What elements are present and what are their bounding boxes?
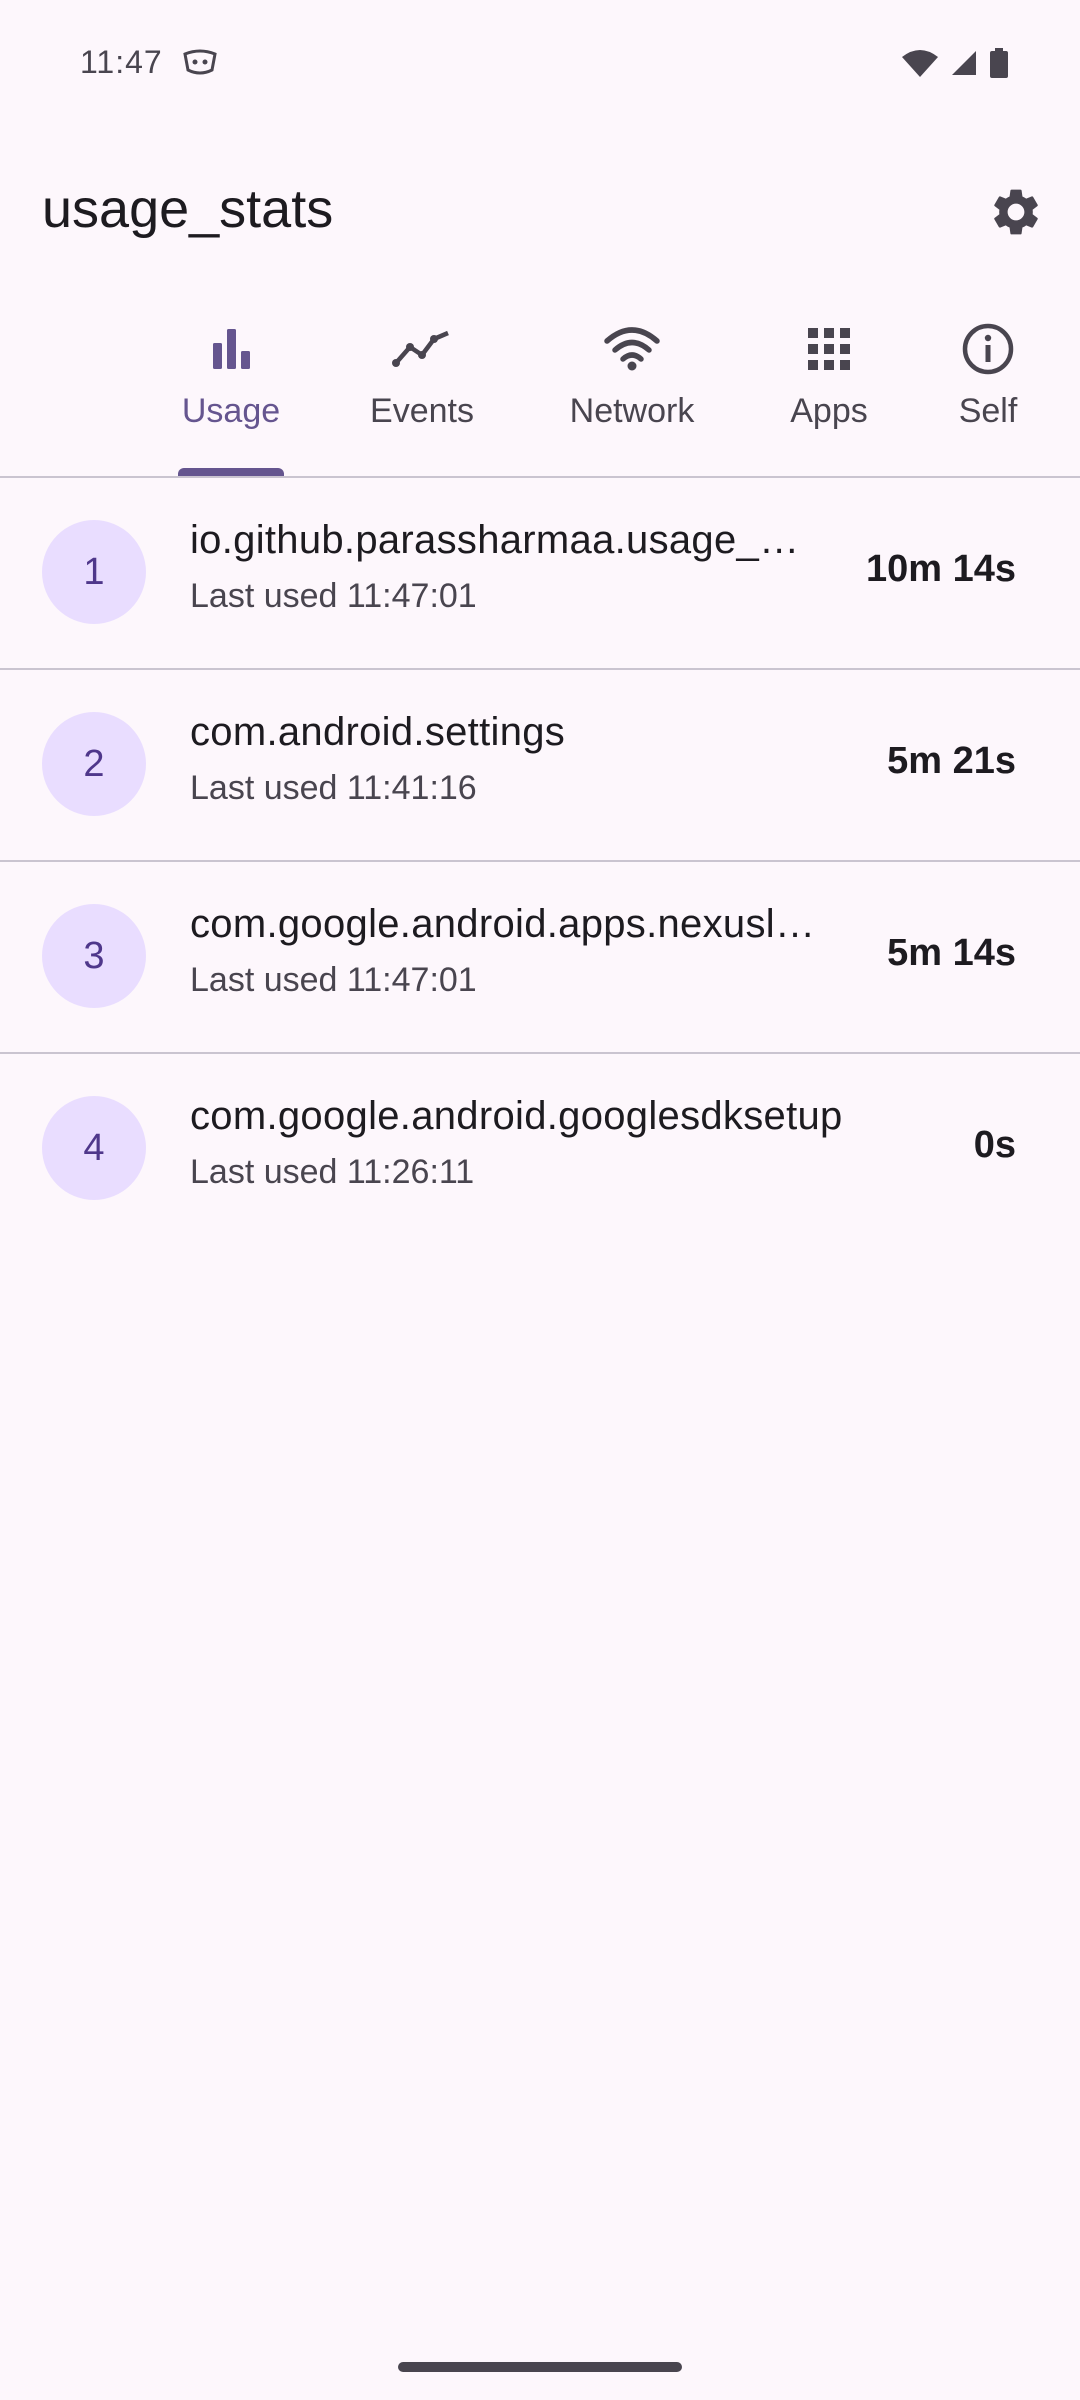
tab-events[interactable]: Events [350,320,494,476]
rank-badge: 2 [42,712,146,816]
wifi-icon [603,320,661,378]
android-debug-icon [182,48,218,81]
rank-badge: 4 [42,1096,146,1200]
usage-list: 1 io.github.parassharmaa.usage_stats_exa… [0,478,1080,1244]
tab-label: Apps [790,392,868,430]
battery-icon [988,48,1010,83]
rank-badge: 1 [42,520,146,624]
info-icon [961,320,1015,378]
tab-label: Usage [181,392,281,430]
page-title: usage_stats [42,179,334,239]
list-item[interactable]: 4 com.google.android.googlesdksetup Last… [0,1054,1080,1244]
tab-bar: Usage Events Network Apps Self [0,300,1080,476]
active-tab-indicator [178,468,284,476]
status-bar: 11:47 [0,0,1080,126]
gear-icon [994,189,1038,235]
last-used-time: Last used 11:47:01 [190,577,477,615]
tab-label: Self [958,392,1018,430]
tab-usage[interactable]: Usage [170,320,292,476]
list-item-text: com.google.android.googlesdksetup Last u… [190,1094,842,1192]
usage-duration: 0s [973,1124,1016,1166]
package-name: com.google.android.googlesdksetup [190,1094,843,1138]
tab-network[interactable]: Network [552,320,712,476]
tab-label: Events [370,392,474,430]
usage-duration: 10m 14s [865,548,1016,590]
usage-duration: 5m 21s [887,740,1016,782]
last-used-time: Last used 11:26:11 [190,1153,475,1191]
tab-label: Network [569,392,695,430]
package-name: com.google.android.apps.nexuslauncher [190,902,834,946]
list-item[interactable]: 2 com.android.settings Last used 11:41:1… [0,670,1080,862]
status-time: 11:47 [80,44,163,80]
rank-badge: 3 [42,904,146,1008]
top-app-bar: usage_stats [0,150,1080,270]
list-item-text: com.google.android.apps.nexuslauncher La… [190,902,840,1000]
home-gesture-bar[interactable] [398,2362,682,2372]
package-name: com.android.settings [190,710,566,754]
tab-apps[interactable]: Apps [776,320,882,476]
list-item[interactable]: 3 com.google.android.apps.nexuslauncher … [0,862,1080,1054]
bar-chart-icon [207,320,255,378]
last-used-time: Last used 11:41:16 [190,769,477,807]
list-item-text: io.github.parassharmaa.usage_stats_examp… [190,518,840,616]
tab-self[interactable]: Self [940,320,1036,476]
list-item[interactable]: 1 io.github.parassharmaa.usage_stats_exa… [0,478,1080,670]
last-used-time: Last used 11:47:01 [190,961,477,999]
settings-button[interactable] [980,176,1052,248]
usage-duration: 5m 14s [887,932,1016,974]
package-name: io.github.parassharmaa.usage_stats_examp… [190,518,800,562]
line-chart-icon [392,320,452,378]
apps-grid-icon [806,320,852,378]
list-item-text: com.android.settings Last used 11:41:16 [190,710,840,808]
status-icons [900,48,1010,83]
wifi-icon [900,49,940,82]
cellular-signal-icon [950,49,978,82]
